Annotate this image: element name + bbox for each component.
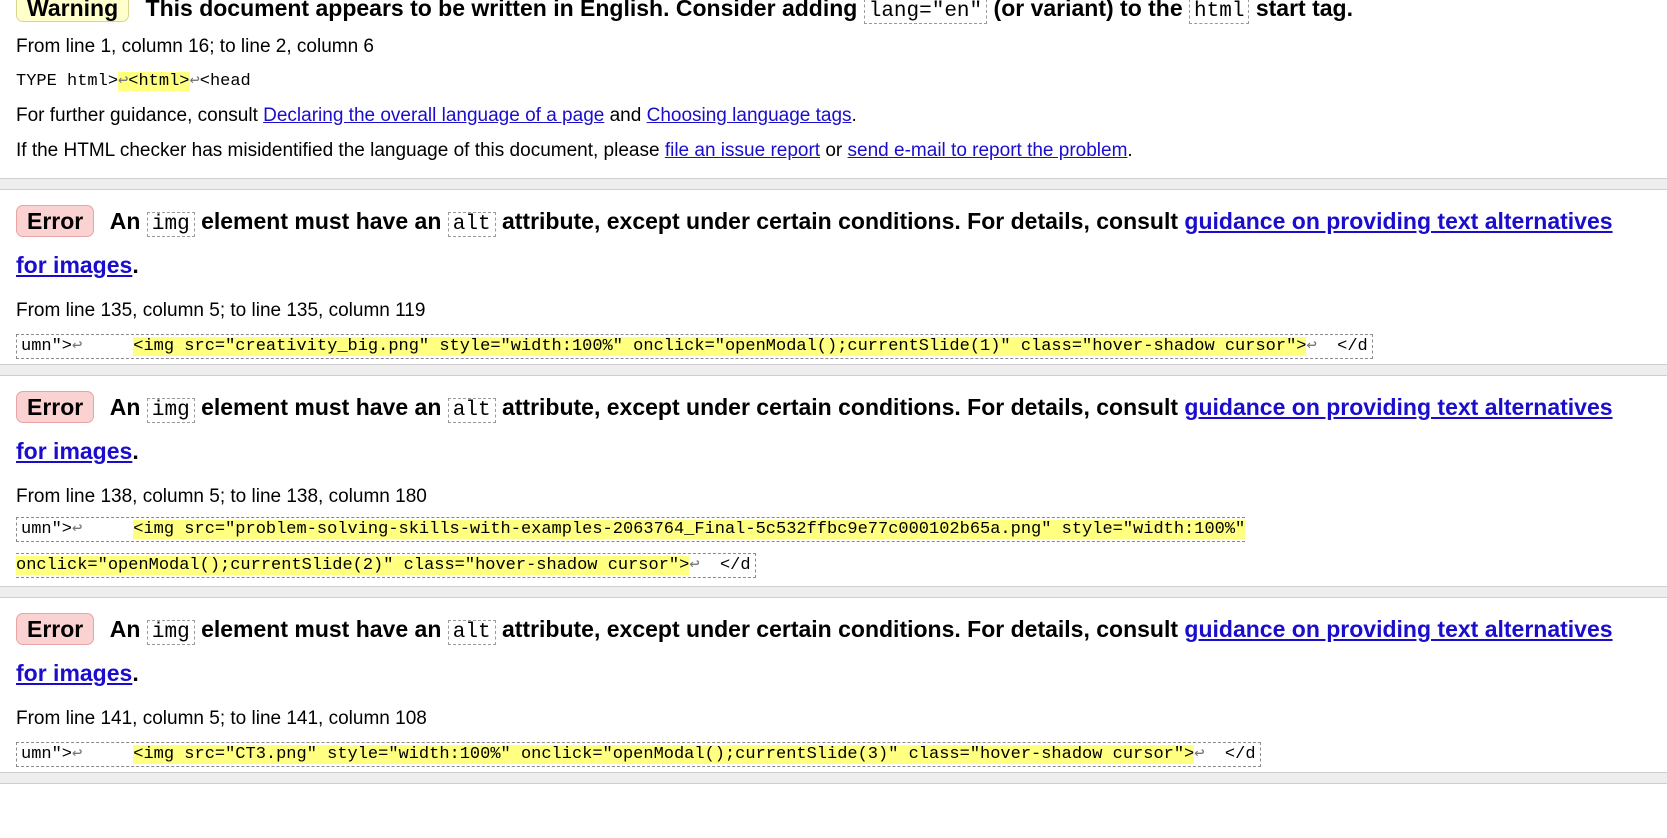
error-message: Error An img element must have an alt at…	[16, 609, 1646, 767]
warning-text-after: start tag.	[1255, 0, 1353, 21]
error-text-an: An	[109, 394, 141, 420]
warning-text-mid: (or variant) to the	[993, 0, 1183, 21]
line-feed-icon: ↩	[1194, 745, 1205, 764]
error-text-after: attribute, except under certain conditio…	[501, 616, 1179, 642]
code-alt: alt	[447, 620, 496, 645]
error-location: From line 141, column 5; to line 141, co…	[16, 708, 427, 729]
declaring-language-link[interactable]: Declaring the overall language of a page	[263, 105, 604, 126]
line-feed-icon: ↩	[72, 745, 83, 764]
error-extract: umn">↩ <img src="CT3.png" style="width:1…	[16, 742, 1646, 767]
error-text-mid: element must have an	[201, 616, 442, 642]
guidance-text: For further guidance, consult	[16, 105, 258, 126]
error-text-an: An	[109, 616, 141, 642]
error-extract: umn">↩ <img src="creativity_big.png" sty…	[16, 334, 1646, 359]
error-text-after: attribute, except under certain conditio…	[501, 208, 1179, 234]
warning-text-before: This document appears to be written in E…	[145, 0, 858, 21]
extract-highlight: <html>	[128, 72, 190, 91]
error-text-mid: element must have an	[201, 208, 442, 234]
code-img: img	[146, 620, 195, 645]
send-email-link[interactable]: send e-mail to report the problem	[848, 140, 1128, 161]
extract-post: <head	[199, 72, 251, 91]
warning-message: Warning This document appears to be writ…	[16, 0, 1646, 32]
error-heading: Error An img element must have an alt at…	[16, 201, 1646, 286]
line-feed-icon: ↩	[689, 556, 700, 575]
extract-pre: umn">	[21, 520, 73, 539]
guidance-and: and	[609, 105, 642, 126]
code-lang-en: lang="en"	[863, 0, 988, 24]
separator	[0, 586, 1667, 598]
separator	[0, 178, 1667, 190]
misid-text: If the HTML checker has misidentified th…	[16, 140, 660, 161]
error-message: Error An img element must have an alt at…	[16, 387, 1646, 584]
error-badge: Error	[16, 391, 95, 423]
extract-pre: umn">	[21, 745, 73, 764]
line-feed-icon: ↩	[72, 520, 83, 539]
warning-misidentified: If the HTML checker has misidentified th…	[16, 140, 1133, 162]
warning-extract: TYPE html>↩<html>↩<head	[16, 71, 251, 93]
separator	[0, 364, 1667, 376]
extract-post: </d	[1337, 337, 1368, 356]
line-feed-icon: ↩	[118, 72, 129, 91]
error-end: .	[132, 252, 139, 278]
choosing-language-tags-link[interactable]: Choosing language tags	[647, 105, 852, 126]
line-feed-icon: ↩	[189, 72, 200, 91]
code-img: img	[146, 212, 195, 237]
error-badge: Error	[16, 205, 95, 237]
warning-heading: Warning This document appears to be writ…	[16, 0, 1646, 32]
file-issue-report-link[interactable]: file an issue report	[665, 140, 820, 161]
error-text-an: An	[109, 208, 141, 234]
extract-highlight: <img src="problem-solving-skills-with-ex…	[16, 520, 1246, 575]
error-location: From line 138, column 5; to line 138, co…	[16, 486, 427, 507]
code-alt: alt	[447, 212, 496, 237]
misid-or: or	[825, 140, 843, 161]
separator	[0, 772, 1667, 784]
extract-highlight: <img src="creativity_big.png" style="wid…	[133, 337, 1307, 356]
code-alt: alt	[447, 398, 496, 423]
misid-end: .	[1127, 140, 1133, 161]
error-message: Error An img element must have an alt at…	[16, 201, 1646, 359]
code-img: img	[146, 398, 195, 423]
warning-badge: Warning	[16, 0, 130, 22]
error-extract: umn">↩ <img src="problem-solving-skills-…	[16, 512, 1346, 584]
guidance-end: .	[851, 105, 857, 126]
warning-location: From line 1, column 16; to line 2, colum…	[16, 36, 375, 57]
error-end: .	[132, 660, 139, 686]
error-text-mid: element must have an	[201, 394, 442, 420]
extract-highlight: <img src="CT3.png" style="width:100%" on…	[133, 745, 1195, 764]
extract-post: </d	[1224, 745, 1256, 764]
error-heading: Error An img element must have an alt at…	[16, 609, 1646, 694]
extract-pre: umn">	[21, 337, 73, 356]
line-feed-icon: ↩	[1306, 337, 1317, 356]
error-location: From line 135, column 5; to line 135, co…	[16, 300, 426, 321]
error-end: .	[132, 438, 139, 464]
code-html: html	[1189, 0, 1250, 24]
extract-pre: TYPE html>	[16, 72, 119, 91]
extract-post: </d	[719, 556, 751, 575]
error-text-after: attribute, except under certain conditio…	[501, 394, 1179, 420]
line-feed-icon: ↩	[72, 337, 83, 356]
error-heading: Error An img element must have an alt at…	[16, 387, 1646, 472]
warning-guidance: For further guidance, consult Declaring …	[16, 105, 857, 127]
error-badge: Error	[16, 613, 95, 645]
